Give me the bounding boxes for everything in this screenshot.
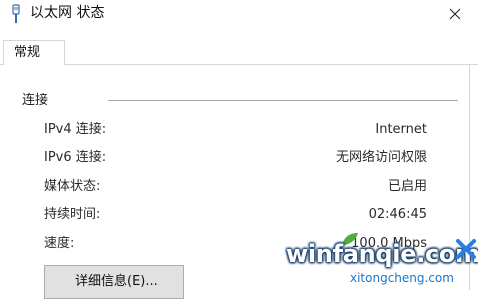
watermark-sub-text: xitongcheng.com	[350, 271, 454, 285]
connection-group-title: 连接	[22, 93, 49, 108]
duration-value: 02:46:45	[368, 207, 427, 222]
ipv6-connectivity-value: 无网络访问权限	[335, 150, 427, 165]
window-title: 以太网 状态	[30, 5, 105, 21]
details-button-label: 详细信息(E)...	[75, 274, 158, 289]
ipv4-connectivity-label: IPv4 连接:	[44, 122, 107, 137]
connection-group-divider	[108, 100, 458, 101]
details-button[interactable]: 详细信息(E)...	[44, 265, 184, 299]
ipv4-connectivity-value: Internet	[375, 122, 427, 137]
close-icon	[449, 8, 461, 20]
watermark-x-logo-icon	[456, 239, 476, 259]
speed-label: 速度:	[44, 236, 75, 251]
tab-general-label: 常规	[14, 45, 41, 60]
tab-general[interactable]: 常规	[3, 40, 65, 65]
duration-label: 持续时间:	[44, 207, 101, 222]
ipv6-connectivity-label: IPv6 连接:	[44, 150, 107, 165]
media-state-value: 已启用	[387, 179, 427, 194]
close-button[interactable]	[432, 0, 478, 30]
network-adapter-icon	[12, 4, 20, 23]
watermark-main-text: winfanqie.com	[286, 240, 478, 268]
title-bar: 以太网 状态	[0, 0, 478, 30]
media-state-label: 媒体状态:	[44, 179, 101, 194]
